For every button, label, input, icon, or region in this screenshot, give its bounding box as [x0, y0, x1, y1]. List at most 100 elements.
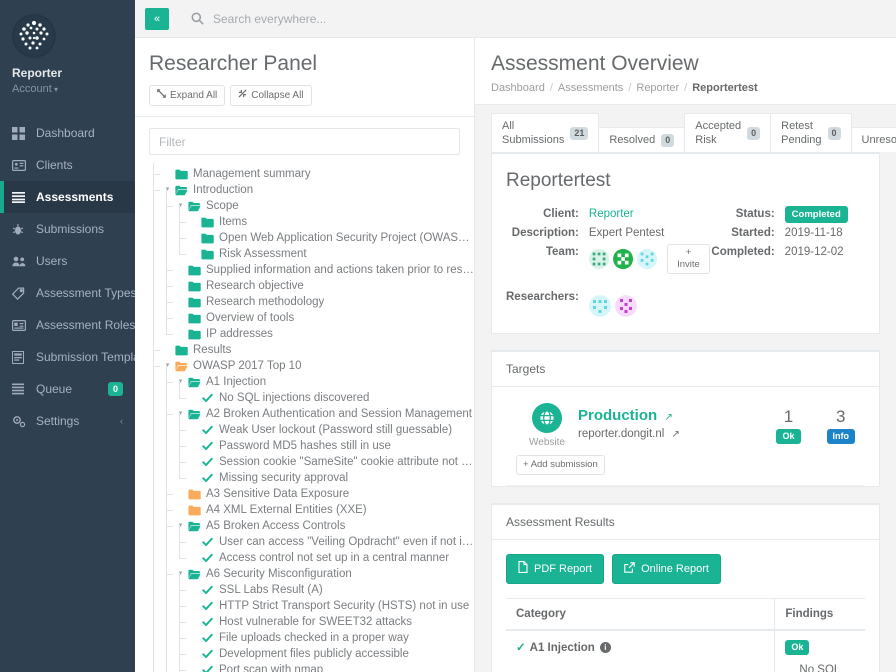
sidebar-item-settings[interactable]: Settings ‹ — [0, 405, 135, 437]
tree-node[interactable]: Results — [149, 334, 474, 358]
tree-node[interactable]: IP addresses — [149, 318, 474, 350]
avatar[interactable] — [613, 248, 634, 270]
tree-toggle-caret[interactable]: ▾ — [175, 198, 186, 214]
tree-node[interactable]: Password MD5 hashes still in use — [149, 430, 474, 462]
tree-node-label: SSL Labs Result (A) — [219, 584, 323, 596]
tree-toggle-caret[interactable]: ▾ — [175, 518, 186, 534]
tree-toggle-caret[interactable]: ▾ — [162, 182, 173, 198]
tree-node[interactable]: Risk Assessment — [149, 238, 474, 270]
tree-node[interactable]: Overview of tools — [149, 302, 474, 334]
tree-node[interactable]: No SQL injections discovered — [149, 382, 474, 414]
info-icon[interactable]: i — [599, 642, 611, 653]
tree-guide — [162, 382, 175, 414]
collapse-all-button[interactable]: Collapse All — [230, 85, 312, 106]
tree-toggle-caret[interactable]: ▾ — [175, 374, 186, 390]
tree-node[interactable]: ▾ A5 Broken Access Controls — [149, 510, 474, 542]
tree-toggle-caret[interactable]: ▾ — [175, 406, 186, 422]
bug-icon — [12, 223, 27, 236]
sidebar-item-users[interactable]: Users — [0, 245, 135, 277]
client-link[interactable]: Reporter — [589, 208, 634, 220]
tree-node[interactable]: ▾ A2 Broken Authentication and Session Ma… — [149, 398, 474, 430]
tree-guide — [149, 206, 162, 238]
tree-node[interactable]: Research methodology — [149, 286, 474, 318]
tree-node[interactable]: Access control not set up in a central m… — [149, 542, 474, 574]
tree-node[interactable]: File uploads checked in a proper way — [149, 622, 474, 654]
finding-item[interactable]: No SQL injections discovered — [785, 664, 855, 672]
tab-resolved[interactable]: Resolved 0 — [598, 127, 686, 152]
folder-open-icon — [173, 185, 189, 196]
tree-node[interactable]: Host vulnerable for SWEET32 attacks — [149, 606, 474, 638]
breadcrumb-item[interactable]: Assessments — [558, 82, 623, 94]
assessment-meta: Client: Description: Team: Researchers: … — [506, 206, 865, 319]
sidebar-item-dashboard[interactable]: Dashboard — [0, 117, 135, 149]
targets-card-title: Targets — [492, 352, 879, 387]
external-link-icon[interactable]: ↗ — [665, 412, 673, 423]
tree-guide — [162, 606, 175, 638]
tab-retest-pending[interactable]: Retest Pending 0 — [770, 113, 852, 152]
tree-guide — [149, 366, 162, 398]
external-link-icon[interactable]: ↗ — [672, 429, 680, 440]
add-submission-button[interactable]: + Add submission — [516, 455, 605, 475]
avatar[interactable] — [588, 295, 611, 317]
status-badge: Completed — [784, 206, 848, 223]
sidebar-item-assessment-roles[interactable]: Assessment Roles — [0, 309, 135, 341]
sidebar-collapse-button[interactable]: « — [145, 7, 169, 30]
folder-open-icon — [186, 377, 202, 388]
online-report-button[interactable]: Online Report — [612, 554, 721, 584]
tree-node[interactable]: Open Web Application Security Project (O… — [149, 222, 474, 254]
tree-node[interactable]: Weak User lockout (Password still guessa… — [149, 414, 474, 446]
tree-node[interactable]: ▾ OWASP 2017 Top 10 — [149, 350, 474, 374]
expand-all-button[interactable]: Expand All — [149, 85, 226, 106]
tree-node[interactable]: Development files publicly accessible — [149, 638, 474, 670]
tree-node[interactable]: Items — [149, 206, 474, 238]
sidebar-item-clients[interactable]: Clients — [0, 149, 135, 181]
profile-account-menu[interactable]: Account ▾ — [12, 82, 123, 97]
tab-all-submissions[interactable]: All Submissions 21 — [491, 113, 600, 152]
tree-node-label: Results — [193, 344, 232, 356]
tree-node[interactable]: Supplied information and actions taken p… — [149, 254, 474, 286]
sidebar-item-submission-templates[interactable]: Submission Templates — [0, 341, 135, 373]
tree-node[interactable]: ▾ Introduction — [149, 174, 474, 198]
tree-node[interactable]: Research objective — [149, 270, 474, 302]
sidebar-profile: Reporter Account ▾ — [0, 0, 135, 109]
avatar[interactable] — [637, 248, 658, 270]
tab-accepted-risk[interactable]: Accepted Risk 0 — [684, 113, 772, 152]
tree-node[interactable]: SSL Labs Result (A) — [149, 574, 474, 606]
tree-node[interactable]: ▾ Scope — [149, 190, 474, 222]
tree-node-label: Access control not set up in a central m… — [219, 552, 450, 564]
tree-node[interactable]: ▾ A1 Injection — [149, 366, 474, 398]
folder-open-icon — [186, 409, 202, 420]
tree-node[interactable]: User can access "Veiling Opdracht" even … — [149, 526, 474, 558]
tree-guide — [162, 414, 175, 446]
avatar[interactable] — [588, 248, 610, 270]
sidebar-item-submissions[interactable]: Submissions — [0, 213, 135, 245]
breadcrumb-item[interactable]: Dashboard — [491, 82, 545, 94]
tab-unresolved[interactable]: Unresolved18 — [850, 127, 896, 152]
pdf-report-button[interactable]: PDF Report — [506, 554, 605, 584]
collapse-all-label: Collapse All — [251, 89, 304, 101]
content-scroll[interactable]: Reportertest Client: Description: Team: … — [475, 152, 896, 672]
target-name-link[interactable]: Production — [578, 407, 657, 424]
sidebar-item-queue[interactable]: Queue 0 — [0, 373, 135, 405]
tree-node[interactable]: Session cookie "SameSite" cookie attribu… — [149, 446, 474, 478]
tree-node[interactable]: Management summary — [149, 163, 474, 182]
breadcrumb-item[interactable]: Reporter — [636, 82, 679, 94]
tree-connector — [149, 334, 162, 358]
tree-node[interactable]: A3 Sensitive Data Exposure — [149, 478, 474, 510]
tree-toggle-caret[interactable]: ▾ — [175, 566, 186, 582]
tree-node[interactable]: Missing security approval — [149, 462, 474, 494]
tree-node[interactable]: Port scan with nmap — [149, 654, 474, 672]
avatar[interactable] — [614, 295, 637, 317]
tree-node[interactable]: A4 XML External Entities (XXE) — [149, 494, 474, 526]
search-input[interactable] — [211, 10, 471, 27]
label-status: Status: — [735, 208, 775, 220]
targets-card: Targets Website + Add submission Product… — [491, 350, 880, 487]
tree-toggle-caret[interactable]: ▾ — [162, 358, 173, 374]
assessment-results-card: Assessment Results PDF Report Online Rep… — [491, 503, 880, 672]
sidebar-item-assessment-types[interactable]: Assessment Types — [0, 277, 135, 309]
stat-count: 1 — [783, 407, 794, 426]
tree-node[interactable]: HTTP Strict Transport Security (HSTS) no… — [149, 590, 474, 622]
sidebar-item-assessments[interactable]: Assessments — [0, 181, 135, 213]
tree-node[interactable]: ▾ A6 Security Misconfiguration — [149, 558, 474, 590]
tree-filter-input[interactable] — [149, 128, 460, 155]
